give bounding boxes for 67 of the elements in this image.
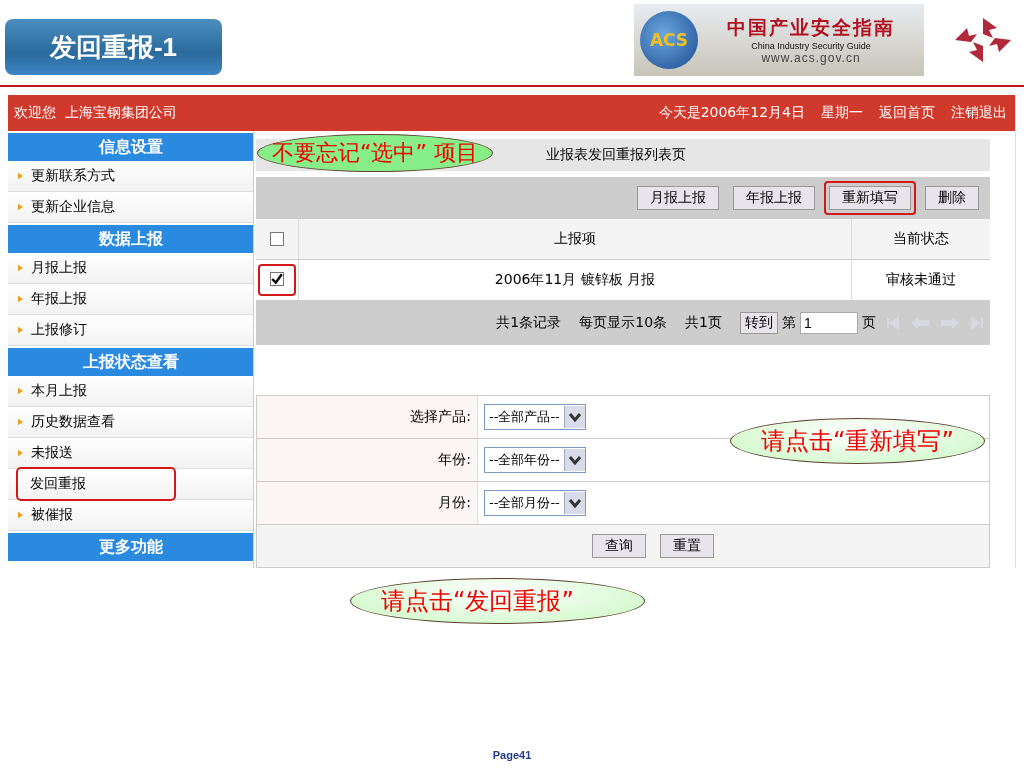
- table-cell: 2006年11月 镀锌板 月报: [299, 260, 852, 300]
- select-all-checkbox[interactable]: [270, 232, 284, 246]
- page-number: Page41: [491, 749, 533, 761]
- callout-cloud: 请点击“重新填写”: [730, 418, 985, 464]
- form-button[interactable]: 查询: [592, 534, 646, 558]
- callout-cloud: 请点击“发回重报”: [350, 578, 645, 624]
- goto-button[interactable]: 转到: [740, 312, 778, 334]
- sidebar-item-label: 月报上报: [31, 259, 87, 277]
- triangle-bullet-icon: [18, 449, 23, 457]
- sidebar-item-label: 被催报: [31, 506, 73, 524]
- pager-text: 共1条记录: [496, 314, 562, 332]
- globe-logo: ACS: [640, 11, 698, 69]
- triangle-bullet-icon: [18, 203, 23, 211]
- nav-link[interactable]: 返回首页: [879, 104, 935, 122]
- triangle-bullet-icon: [18, 511, 23, 519]
- table-cell-text: 审核未通过: [885, 270, 957, 289]
- breadcrumb-text: 业报表发回重报列表页: [546, 146, 686, 164]
- toolbar-button[interactable]: 月报上报: [637, 186, 719, 210]
- toolbar-button[interactable]: 年报上报: [733, 186, 815, 210]
- nav-link[interactable]: 注销退出: [951, 104, 1007, 122]
- sidebar-item-label: 发回重报: [30, 475, 86, 493]
- triangle-bullet-icon: [18, 264, 23, 272]
- form-button[interactable]: 重置: [660, 534, 714, 558]
- caret-icon: [563, 492, 585, 514]
- sidebar-item-label: 更新企业信息: [31, 198, 115, 216]
- sidebar-section-header[interactable]: 数据上报: [8, 225, 253, 253]
- triangle-bullet-icon: [18, 172, 23, 180]
- banner-subtitle: China Industry Security Guide: [751, 41, 871, 51]
- sidebar-section-header[interactable]: 信息设置: [8, 133, 253, 161]
- page-prefix: 第: [782, 314, 796, 332]
- sidebar-item-label: 未报送: [31, 444, 73, 462]
- caret-icon: [563, 406, 585, 428]
- caret-icon: [563, 449, 585, 471]
- filter-label: 选择产品:: [257, 396, 478, 438]
- check-icon: [271, 273, 283, 285]
- column-header: 当前状态: [892, 229, 950, 248]
- triangle-bullet-icon: [18, 418, 23, 426]
- triangle-bullet-icon: [18, 295, 23, 303]
- triangle-bullet-icon: [18, 387, 23, 395]
- sidebar-item-label: 年报上报: [31, 290, 87, 308]
- page-suffix: 页: [862, 314, 876, 332]
- banner-title: 中国产业安全指南: [727, 15, 895, 40]
- filter-dropdown[interactable]: --全部年份--: [484, 447, 586, 473]
- page-input[interactable]: 1: [800, 312, 858, 334]
- toolbar-button[interactable]: 重新填写: [829, 186, 911, 210]
- triangle-bullet-icon: [18, 326, 23, 334]
- slide-title: 发回重报-1: [5, 19, 222, 75]
- pager-text: 共1页: [685, 314, 722, 332]
- weekday-text: 星期一: [821, 104, 863, 122]
- banner-url: www.acs.gov.cn: [761, 51, 861, 65]
- date-text: 今天是2006年12月4日: [658, 104, 805, 122]
- sidebar-item[interactable]: 发回重报: [16, 467, 176, 501]
- filter-label: 月份:: [257, 482, 478, 524]
- welcome-text: 欢迎您 上海宝钢集团公司: [14, 104, 177, 122]
- filter-dropdown[interactable]: --全部月份--: [484, 490, 586, 516]
- column-header: 上报项: [299, 219, 852, 259]
- toolbar-button[interactable]: 删除: [925, 186, 979, 210]
- sidebar-item-label: 历史数据查看: [31, 413, 115, 431]
- sidebar-section-header[interactable]: 更多功能: [8, 533, 253, 561]
- sidebar-section-header[interactable]: 上报状态查看: [8, 348, 253, 376]
- pager-text: 每页显示10条: [579, 314, 668, 332]
- sidebar-item-label: 本月上报: [31, 382, 87, 400]
- sidebar-item-label: 上报修订: [31, 321, 87, 339]
- row-checkbox[interactable]: [270, 272, 284, 286]
- filter-label: 年份:: [257, 439, 478, 481]
- filter-dropdown[interactable]: --全部产品--: [484, 404, 586, 430]
- sidebar-item-label: 更新联系方式: [31, 167, 115, 185]
